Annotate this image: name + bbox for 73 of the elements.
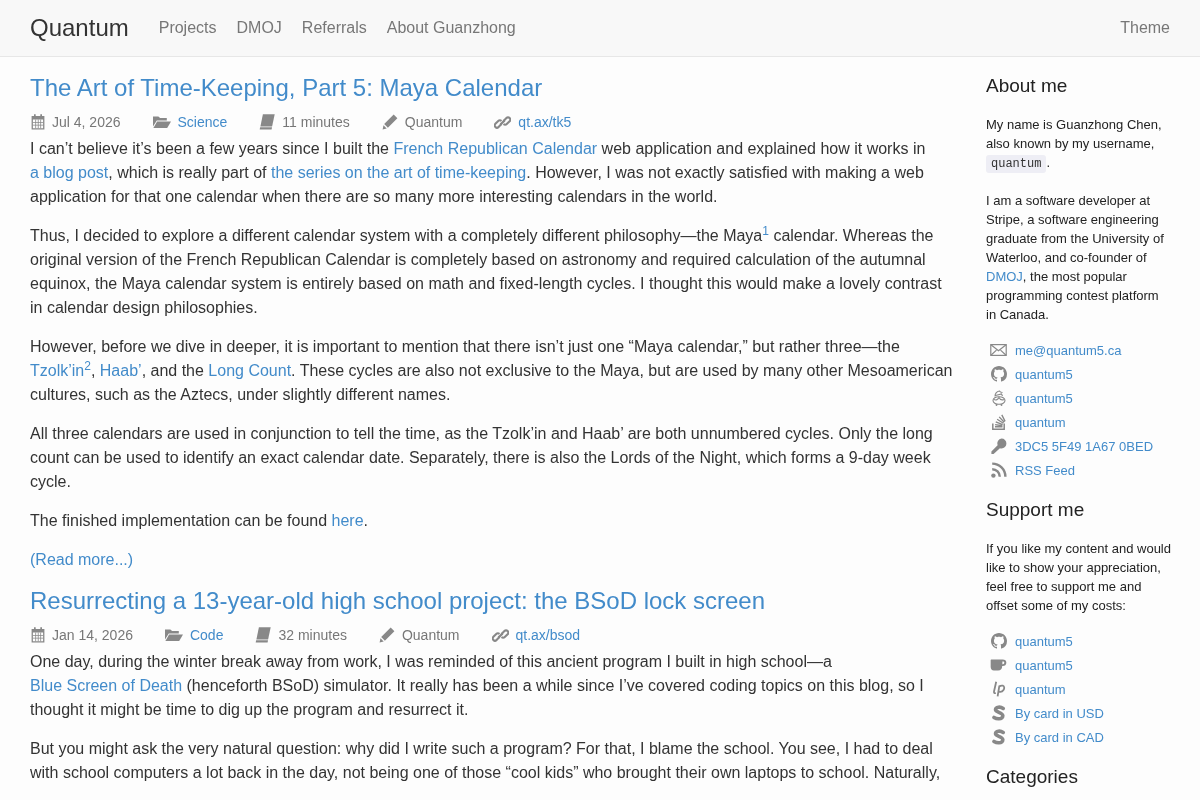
nav-link[interactable]: DMOJ (226, 18, 292, 38)
short-link[interactable]: qt.ax/tk5 (518, 112, 572, 132)
nav-link[interactable]: About Guanzhong (376, 18, 526, 38)
inline-link[interactable]: Tzolk’in (30, 362, 85, 379)
sidebar-paragraph: I am a software developer at Stripe, a software engineering graduate from the University of Waterloo, and co-founder of DMOJ, the most popular programming contest platform in Canada. (986, 192, 1165, 324)
reading-time: 32 minutes (278, 626, 347, 645)
footnote-link[interactable]: 1 (762, 223, 769, 238)
inline-link[interactable]: here (331, 512, 364, 529)
post-title-link[interactable]: The Art of Time-Keeping, Part 5: Maya Calendar (30, 74, 543, 101)
post-paragraph: The finished implementation can be found here. (30, 511, 369, 531)
pencil-icon (381, 114, 398, 130)
inline-link[interactable]: French Republican Calendar (393, 140, 598, 157)
profile-link[interactable]: quantum (1015, 681, 1066, 697)
folder-icon (164, 628, 183, 642)
category-link[interactable]: Code (189, 625, 224, 645)
short-link[interactable]: qt.ax/bsod (515, 625, 581, 645)
post-author: Quantum (401, 626, 460, 645)
stacked-tray-icon (990, 414, 1007, 430)
reading-time: 11 minutes (282, 113, 350, 132)
letter-s-icon (990, 705, 1007, 721)
sidebar-paragraph: My name is Guanzhong Chen, also known by my username, quantum . (986, 116, 1163, 174)
profile-link[interactable]: quantum5 (1015, 390, 1073, 406)
sidebar-heading: About me (986, 75, 1069, 96)
category-link[interactable]: Science (177, 112, 228, 132)
pencil-icon (378, 627, 395, 643)
folder-icon (152, 115, 171, 129)
inline-code: quantum (986, 155, 1047, 173)
key-icon (990, 438, 1007, 454)
post-author: Quantum (404, 113, 463, 132)
post-title-link[interactable]: Resurrecting a 13-year-old high school project: the BSoD lock screen (30, 587, 766, 614)
book-icon (255, 627, 272, 643)
post-date: Jul 4, 2026 (52, 113, 121, 132)
sidebar-paragraph: If you like my content and would like to show your appreciation, feel free to support me and offset some of my costs: (986, 540, 1172, 615)
inline-link[interactable]: the series on the art of time-keeping (271, 164, 527, 181)
profile-link[interactable]: RSS Feed (1015, 462, 1075, 478)
letter-s-icon (990, 729, 1007, 745)
post-paragraph: But you might ask the very natural question: why did I write such a program? For that, I blame the school. You see, I had to deal with school computers a lot back in the day, not being one of those “cool kids” who brought their own laptops to school. Naturally, (30, 739, 942, 783)
profile-link[interactable]: quantum5 (1015, 366, 1073, 382)
post-paragraph: All three calendars are used in conjunction to tell the time, as the Tzolk’in and Haab’ are both unnumbered cycles. Only the long count can be used to identify an exact calendar date. Separately, there is also the Lords of the Night, which forms a 9-day week cycle. (30, 424, 934, 492)
chain-link-icon (494, 113, 512, 131)
email-link[interactable]: me@quantum5.ca (1015, 342, 1122, 358)
brand-link[interactable]: Quantum (30, 14, 129, 42)
book-icon (259, 114, 276, 130)
profile-link[interactable]: By card in USD (1015, 705, 1104, 721)
sidebar-heading: Support me (986, 499, 1086, 520)
theme-button[interactable]: Theme (1120, 18, 1170, 38)
post-paragraph: I can’t believe it’s been a few years since I built the French Republican Calendar web application and explained how it works in a blog post, which is really part of the series on the art of time-keeping. However, I was not exactly satisfied with making a web application for that one calendar when there are so many more interesting calendars in the world. (30, 139, 927, 207)
profile-link[interactable]: 3DC5 5F49 1A67 0BED (1015, 438, 1154, 454)
chain-link-icon (491, 626, 509, 644)
post-paragraph: One day, during the winter break away from work, I was reminded of this ancient program I built in high school—a Blue Screen of Death (henceforth BSoD) simulator. It really has been a while since I’ve covered coding topics on this blog, so I thought it might be time to dig up the program and resurrect it. (30, 652, 925, 720)
cup-icon (990, 659, 1007, 671)
profile-link[interactable]: quantum5 (1015, 657, 1073, 673)
post-paragraph: Thus, I decided to explore a different calendar system with a completely different philosophy—the Maya$^{1}$ calendar. Whereas the original version of the French Republican Calendar is completely based on astronomy and required calculation of the autumnal equinox, the Maya calendar system is entirely based on math and fixed-length cycles. I thought this would make a lovely contrast in calendar design philosophies. (30, 224, 943, 318)
profile-link[interactable]: By card in CAD (1015, 729, 1104, 745)
envelope-icon (990, 344, 1007, 356)
rss-icon (990, 462, 1007, 478)
calendar-icon (31, 114, 45, 130)
profile-link[interactable]: quantum (1015, 414, 1066, 430)
inline-link[interactable]: Blue Screen of Death (30, 677, 183, 694)
monogram-icon (991, 681, 1006, 697)
inline-link[interactable]: Haab’ (99, 362, 142, 379)
profile-link[interactable]: quantum5 (1015, 633, 1073, 649)
sidebar-heading: Categories (986, 766, 1079, 787)
footnote-link[interactable]: 2 (84, 358, 91, 373)
figure-icon (990, 390, 1007, 406)
read-more-link[interactable]: (Read more...) (30, 551, 134, 568)
inline-link[interactable]: DMOJ (986, 269, 1023, 284)
nav-link[interactable]: Projects (148, 18, 227, 38)
inline-link[interactable]: a blog post (30, 164, 109, 181)
post-paragraph: However, before we dive in deeper, it is important to mention that there isn’t just one “Maya calendar,” but rather three—the Tzolk’in$^{2}$, Haab’, and the Long Count. These cycles are also not exclusive to the Maya, but are used by many other Mesoamerican cultures, such as the Aztecs, under slightly different names. (30, 337, 954, 405)
calendar-icon (31, 627, 45, 643)
post-date: Jan 14, 2026 (52, 626, 133, 645)
nav-link[interactable]: Referrals (291, 18, 377, 38)
